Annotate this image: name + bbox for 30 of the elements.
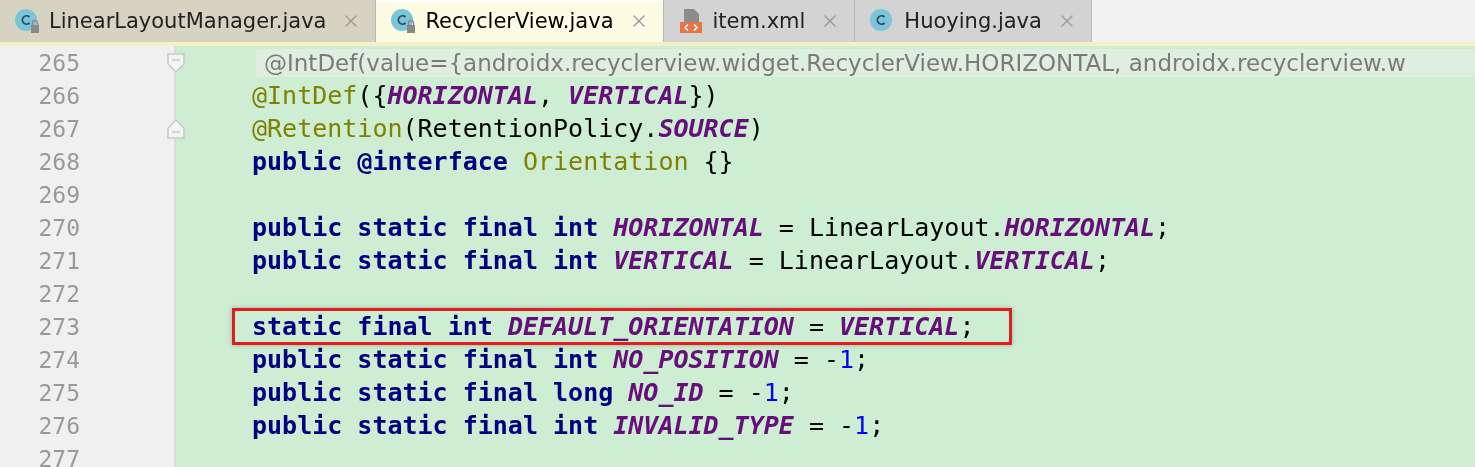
line-number: 272 xyxy=(37,280,80,307)
fold-marker-icon[interactable] xyxy=(166,118,186,140)
code-line: public static final int NO_POSITION = -1; xyxy=(252,344,870,375)
code-line: public @interface Orientation {} xyxy=(252,146,734,177)
line-number: 271 xyxy=(37,247,80,274)
line-number: 273 xyxy=(37,313,80,340)
highlighted-code-line: static final int DEFAULT_ORIENTATION = VERTICAL; xyxy=(235,311,1009,342)
code-line: @Retention(RetentionPolicy.SOURCE) xyxy=(252,113,764,144)
line-number: 267 xyxy=(37,115,80,142)
line-number: 276 xyxy=(37,412,80,439)
code-line: public static final int VERTICAL = LinearLayout.VERTICAL; xyxy=(252,245,1110,276)
line-number: 270 xyxy=(37,214,80,241)
line-number: 274 xyxy=(37,346,80,373)
code-line: @IntDef({HORIZONTAL, VERTICAL}) xyxy=(252,80,719,111)
line-number: 266 xyxy=(37,82,80,109)
editor-tab[interactable]: RecyclerView.java xyxy=(376,0,664,42)
editor-tab[interactable]: LinearLayoutManager.java xyxy=(0,0,377,42)
fold-marker-icon[interactable] xyxy=(166,52,186,74)
line-number: 277 xyxy=(37,445,80,467)
line-number: 269 xyxy=(37,181,80,208)
line-number: 275 xyxy=(37,379,80,406)
xml-file-icon xyxy=(677,8,704,34)
inlay-hint: @IntDef(value={androidx.recyclerview.widget.RecyclerView.HORIZONTAL, androidx.recyclerview.w xyxy=(256,48,1475,77)
editor-tab[interactable]: item.xml xyxy=(663,0,856,42)
code-line: public static final int HORIZONTAL = LinearLayout.HORIZONTAL; xyxy=(252,212,1171,243)
line-number: 268 xyxy=(37,148,80,175)
editor-tab[interactable]: Huoying.java xyxy=(855,0,1092,42)
code-line: public static final long NO_ID = -1; xyxy=(252,377,794,408)
code-line: public static final int INVALID_TYPE = -1; xyxy=(252,410,885,441)
line-number: 265 xyxy=(37,49,80,76)
